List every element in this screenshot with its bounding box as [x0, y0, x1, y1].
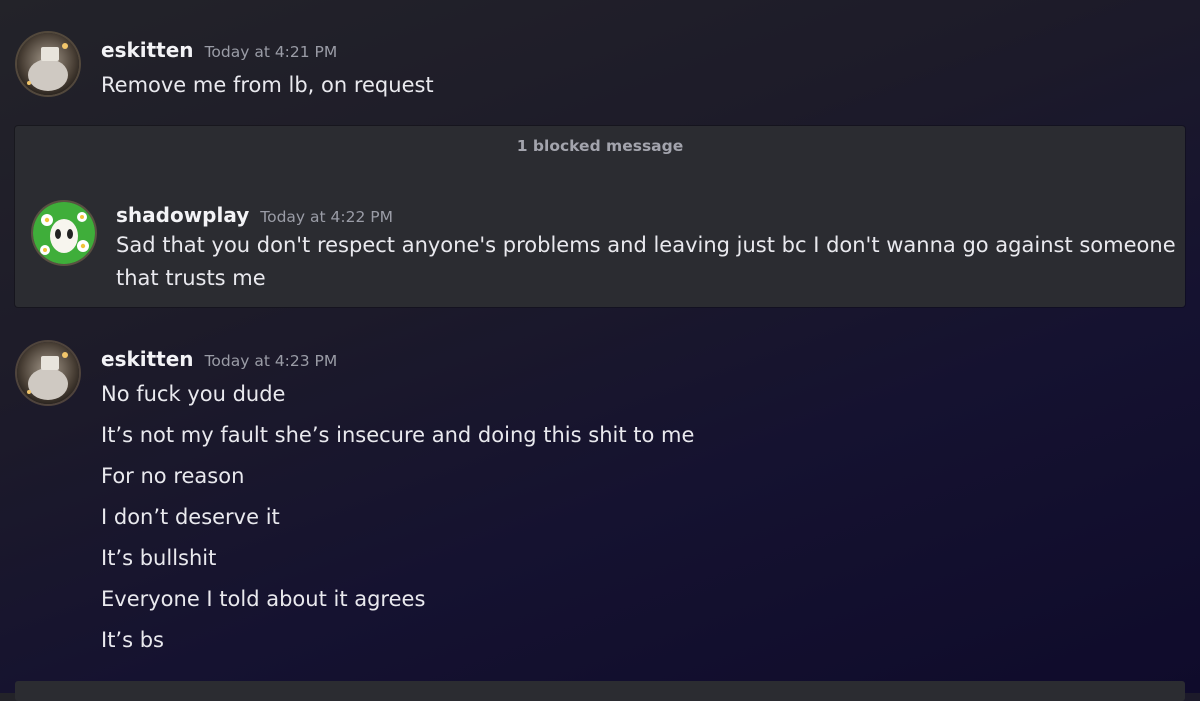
message-line: that trusts me: [116, 266, 266, 290]
avatar-eskitten[interactable]: [17, 342, 79, 404]
avatar-image: [17, 33, 79, 95]
timestamp[interactable]: Today at 4:23 PM: [205, 352, 338, 370]
avatar-image: [33, 202, 95, 264]
message-line: It’s not my fault she’s insecure and doi…: [101, 423, 695, 447]
message-header: shadowplay Today at 4:22 PM: [116, 203, 393, 227]
message-header: eskitten Today at 4:21 PM: [101, 38, 337, 62]
next-panel-edge: [15, 681, 1185, 701]
message-header: eskitten Today at 4:23 PM: [101, 347, 337, 371]
username[interactable]: shadowplay: [116, 203, 249, 227]
avatar-shadowplay[interactable]: [33, 202, 95, 264]
avatar-eskitten[interactable]: [17, 33, 79, 95]
message-line: Everyone I told about it agrees: [101, 587, 426, 611]
username[interactable]: eskitten: [101, 347, 194, 371]
message-line: It’s bullshit: [101, 546, 217, 570]
username[interactable]: eskitten: [101, 38, 194, 62]
avatar-image: [17, 342, 79, 404]
timestamp[interactable]: Today at 4:22 PM: [260, 208, 393, 226]
blocked-message-toggle[interactable]: 1 blocked message: [15, 137, 1185, 155]
message-line: No fuck you dude: [101, 382, 286, 406]
message-line: Remove me from lb, on request: [101, 73, 434, 97]
message-line: For no reason: [101, 464, 245, 488]
message-line: Sad that you don't respect anyone's prob…: [116, 233, 1176, 257]
message-line: It’s bs: [101, 628, 164, 652]
message-line: I don’t deserve it: [101, 505, 280, 529]
blocked-message-panel: 1 blocked message shadowplay Today at 4:2…: [15, 126, 1185, 307]
timestamp[interactable]: Today at 4:21 PM: [205, 43, 338, 61]
